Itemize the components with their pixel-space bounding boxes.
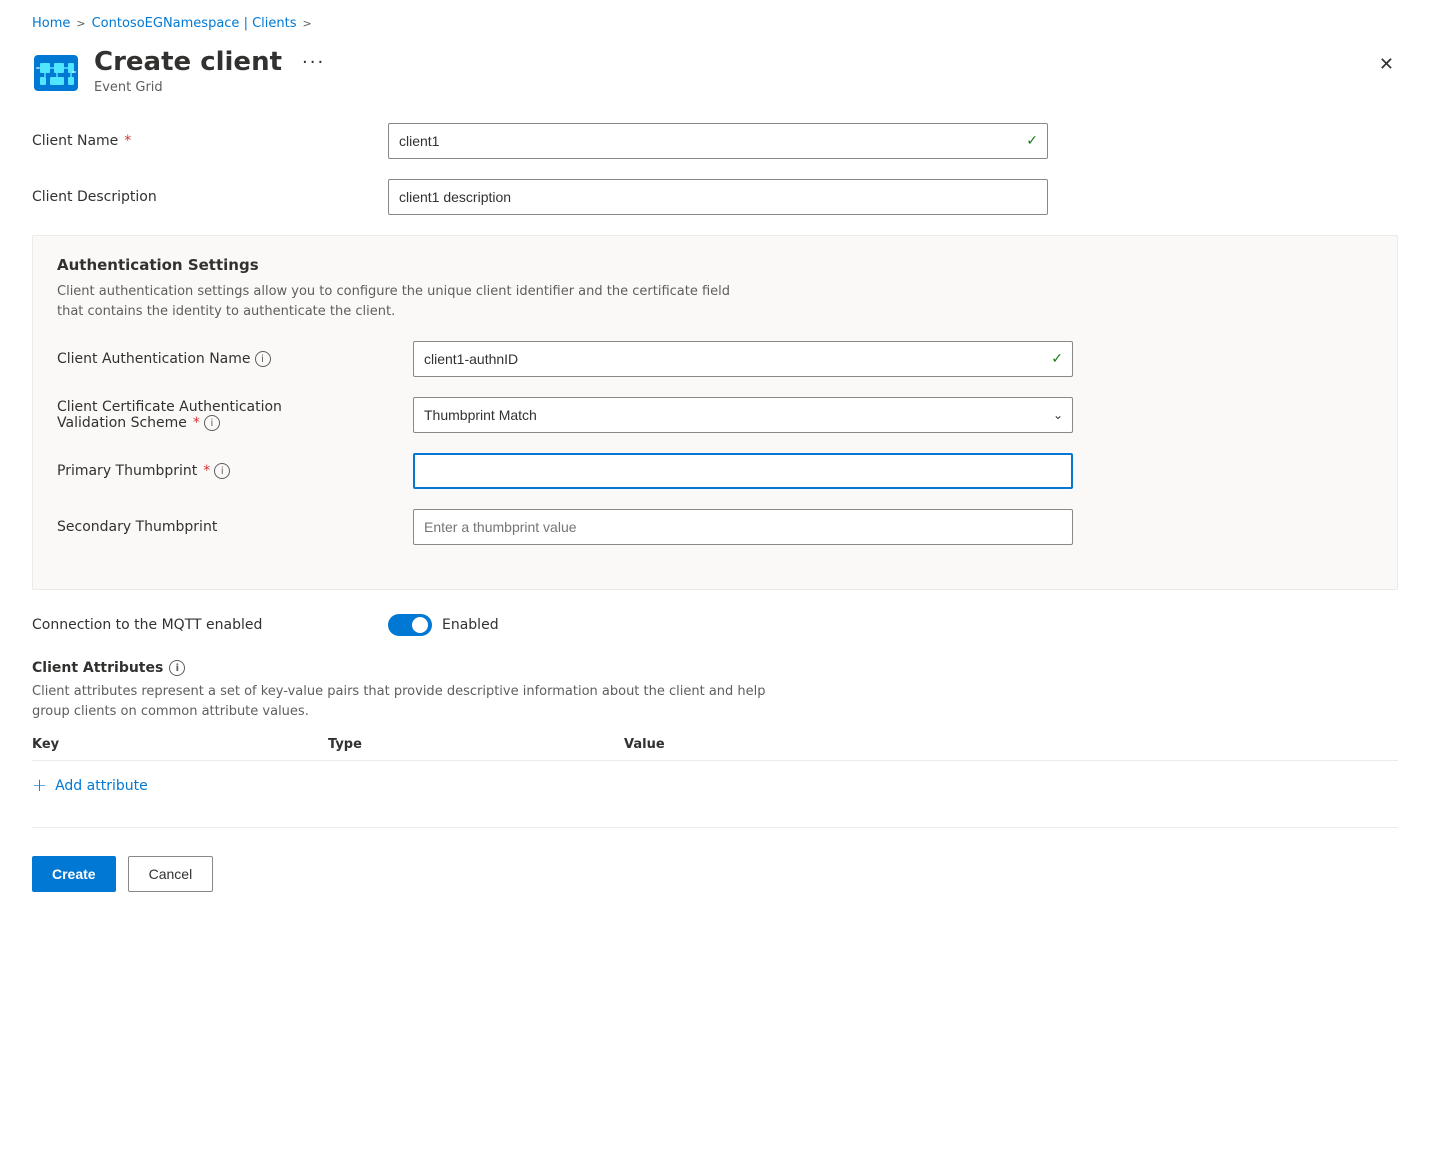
client-attrs-info-icon[interactable]: i bbox=[169, 660, 185, 676]
auth-name-input[interactable] bbox=[413, 341, 1073, 377]
cert-auth-label: Client Certificate Authentication Valida… bbox=[57, 399, 397, 431]
bottom-divider bbox=[32, 827, 1398, 828]
col-header-type: Type bbox=[328, 737, 608, 752]
client-name-input-wrapper: ✓ bbox=[388, 123, 1048, 159]
page-header: Create client ··· Event Grid ✕ bbox=[32, 47, 1398, 95]
primary-thumbprint-input[interactable] bbox=[413, 453, 1073, 489]
action-buttons: Create Cancel bbox=[32, 848, 1398, 892]
mqtt-row: Connection to the MQTT enabled Enabled bbox=[32, 614, 1398, 636]
header-title-group: Create client ··· Event Grid bbox=[94, 47, 325, 95]
more-options-button[interactable]: ··· bbox=[302, 52, 325, 73]
primary-thumbprint-info-icon[interactable]: i bbox=[214, 463, 230, 479]
auth-settings-title: Authentication Settings bbox=[57, 256, 1373, 274]
mqtt-enabled-label: Enabled bbox=[442, 617, 499, 633]
add-attribute-button[interactable]: + Add attribute bbox=[32, 769, 1398, 803]
auth-name-input-wrapper: ✓ bbox=[413, 341, 1073, 377]
client-name-label: Client Name * bbox=[32, 133, 372, 149]
breadcrumb-sep-2: > bbox=[303, 17, 312, 30]
client-description-label: Client Description bbox=[32, 189, 372, 205]
primary-thumbprint-required: * bbox=[203, 463, 210, 479]
cert-auth-row: Client Certificate Authentication Valida… bbox=[57, 397, 1373, 433]
client-attrs-desc: Client attributes represent a set of key… bbox=[32, 682, 792, 721]
breadcrumb: Home > ContosoEGNamespace | Clients > bbox=[32, 16, 1398, 31]
col-header-key: Key bbox=[32, 737, 312, 752]
mqtt-toggle-group: Enabled bbox=[388, 614, 499, 636]
col-header-value: Value bbox=[624, 737, 1398, 752]
primary-thumbprint-row: Primary Thumbprint * i bbox=[57, 453, 1373, 489]
cert-auth-select-wrapper: Thumbprint Match DNS Email IP Subject ⌄ bbox=[413, 397, 1073, 433]
secondary-thumbprint-label: Secondary Thumbprint bbox=[57, 519, 397, 535]
cancel-button[interactable]: Cancel bbox=[128, 856, 214, 892]
cert-auth-info-icon[interactable]: i bbox=[204, 415, 220, 431]
auth-settings-desc: Client authentication settings allow you… bbox=[57, 282, 757, 321]
client-attributes-section: Client Attributes i Client attributes re… bbox=[32, 660, 1398, 803]
breadcrumb-namespace[interactable]: ContosoEGNamespace | Clients bbox=[92, 16, 297, 31]
primary-thumbprint-input-wrapper bbox=[413, 453, 1073, 489]
header-left: Create client ··· Event Grid bbox=[32, 47, 325, 95]
primary-thumbprint-label: Primary Thumbprint * i bbox=[57, 463, 397, 479]
client-name-input[interactable] bbox=[388, 123, 1048, 159]
page-subtitle: Event Grid bbox=[94, 80, 325, 95]
secondary-thumbprint-row: Secondary Thumbprint bbox=[57, 509, 1373, 545]
page-title: Create client bbox=[94, 47, 282, 78]
mqtt-slider bbox=[388, 614, 432, 636]
create-button[interactable]: Create bbox=[32, 856, 116, 892]
cert-auth-required: * bbox=[193, 415, 200, 431]
client-description-row: Client Description bbox=[32, 179, 1398, 215]
secondary-thumbprint-input[interactable] bbox=[413, 509, 1073, 545]
close-icon: ✕ bbox=[1379, 54, 1394, 74]
auth-settings-box: Authentication Settings Client authentic… bbox=[32, 235, 1398, 590]
auth-name-row: Client Authentication Name i ✓ bbox=[57, 341, 1373, 377]
cert-auth-select[interactable]: Thumbprint Match DNS Email IP Subject bbox=[413, 397, 1073, 433]
mqtt-label: Connection to the MQTT enabled bbox=[32, 617, 372, 633]
breadcrumb-sep-1: > bbox=[76, 17, 85, 30]
client-name-required: * bbox=[124, 133, 131, 149]
client-description-input[interactable] bbox=[388, 179, 1048, 215]
client-attrs-title: Client Attributes i bbox=[32, 660, 1398, 676]
close-button[interactable]: ✕ bbox=[1375, 51, 1398, 77]
event-grid-icon bbox=[32, 47, 80, 95]
add-icon: + bbox=[32, 777, 47, 795]
mqtt-toggle[interactable] bbox=[388, 614, 432, 636]
auth-name-label: Client Authentication Name i bbox=[57, 351, 397, 367]
breadcrumb-home[interactable]: Home bbox=[32, 16, 70, 31]
client-name-row: Client Name * ✓ bbox=[32, 123, 1398, 159]
attrs-table-header: Key Type Value bbox=[32, 737, 1398, 761]
add-attribute-label: Add attribute bbox=[55, 778, 148, 794]
auth-name-info-icon[interactable]: i bbox=[255, 351, 271, 367]
